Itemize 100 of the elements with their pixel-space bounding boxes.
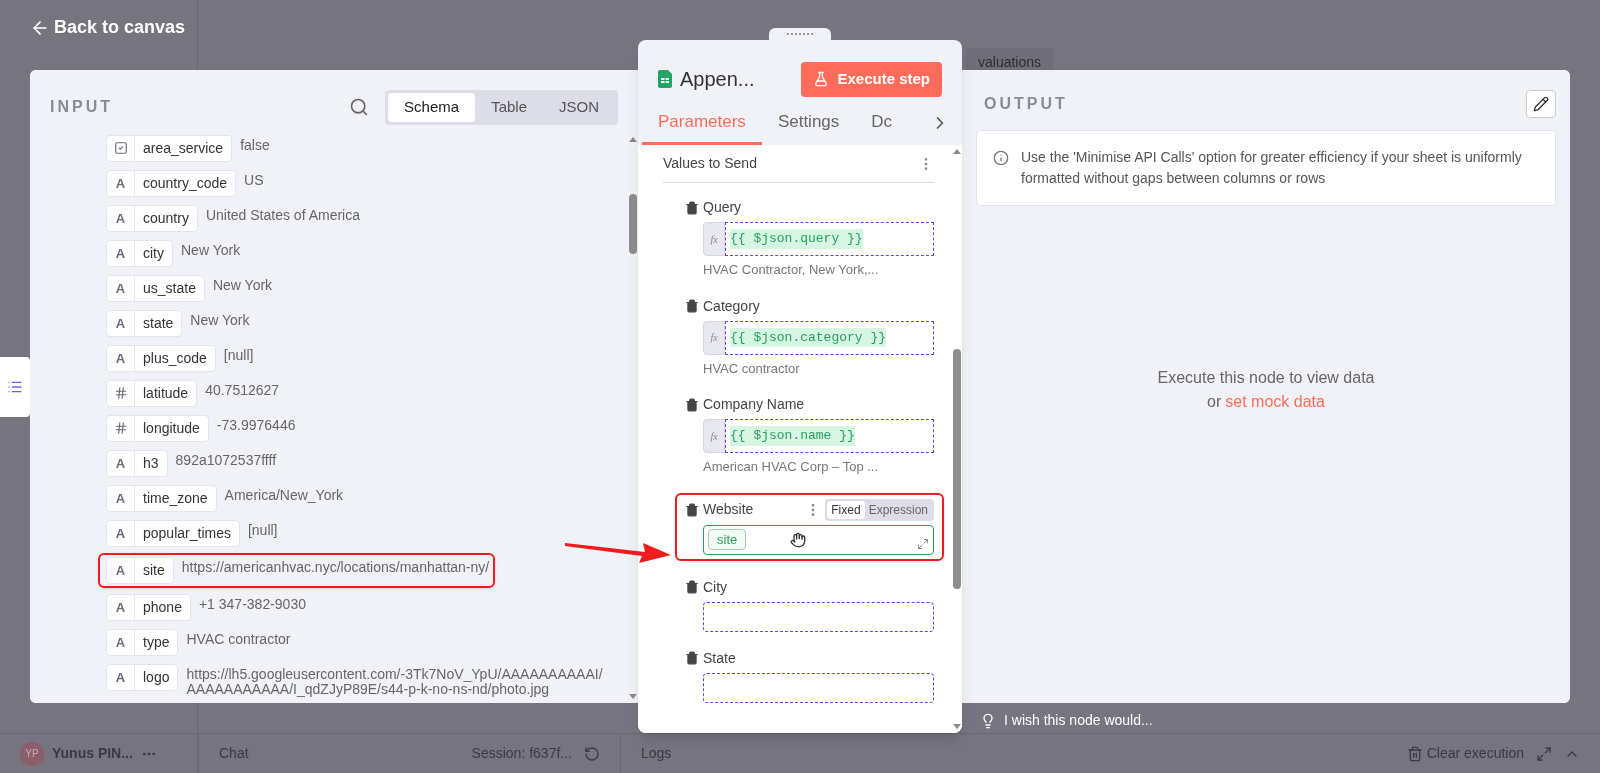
- field-value: New York: [181, 240, 241, 258]
- trash-icon[interactable]: [685, 502, 699, 517]
- view-tab[interactable]: Schema: [388, 93, 476, 122]
- field-key[interactable]: area_service: [106, 134, 233, 162]
- field-name: phone: [142, 597, 183, 617]
- field-value: 892a1072537ffff: [175, 450, 277, 468]
- pencil-icon: [1533, 96, 1549, 112]
- trash-icon[interactable]: [685, 397, 699, 412]
- panel-tab[interactable]: Dc: [855, 108, 909, 145]
- user-name: Yunus PIN...: [52, 744, 133, 763]
- field-key[interactable]: A country: [106, 204, 198, 232]
- field-name: area_service: [142, 138, 225, 158]
- view-tab[interactable]: Table: [475, 93, 543, 122]
- variable-chip: site: [708, 528, 747, 551]
- panel-tab[interactable]: Settings: [761, 108, 856, 145]
- hand-cursor-icon: [790, 531, 807, 548]
- panel-title: OUTPUT: [983, 94, 1068, 114]
- view-tab[interactable]: JSON: [543, 93, 615, 122]
- field-name: logo: [142, 667, 171, 687]
- expression-preview: HVAC contractor: [703, 359, 801, 378]
- trash-icon[interactable]: [685, 200, 699, 215]
- text-type-icon: A: [115, 281, 126, 295]
- field-key[interactable]: A type: [106, 628, 179, 656]
- text-type-icon: A: [115, 351, 126, 365]
- mode-option[interactable]: Fixed: [827, 500, 865, 519]
- text-type-icon: A: [115, 600, 126, 614]
- reset-icon[interactable]: [584, 745, 600, 762]
- feedback-link[interactable]: I wish this node would...: [1004, 710, 1153, 731]
- field-value: US: [244, 170, 264, 188]
- field-key[interactable]: A plus_code: [106, 344, 216, 372]
- field-name: city: [142, 243, 165, 263]
- field-value: https://americanhvac.nyc/locations/manhattan-ny/: [181, 557, 490, 575]
- or-text: or: [1207, 391, 1222, 412]
- fx-label: fx: [703, 222, 725, 256]
- field-key[interactable]: A phone: [106, 593, 191, 621]
- field-name: state: [142, 313, 175, 333]
- chat-label: Chat: [219, 744, 249, 763]
- lightbulb-icon: [980, 712, 996, 729]
- edit-button[interactable]: [1526, 90, 1556, 118]
- field-key[interactable]: A popular_times: [106, 519, 240, 547]
- list-icon: [7, 379, 23, 395]
- field-value: [null]: [223, 345, 254, 363]
- trash-icon[interactable]: [685, 299, 699, 313]
- back-to-canvas-button[interactable]: Back to canvas: [30, 14, 186, 41]
- search-icon[interactable]: [349, 97, 370, 118]
- field-key[interactable]: A logo: [106, 663, 179, 691]
- field-key[interactable]: A state: [106, 309, 183, 337]
- field-name: us_state: [142, 278, 197, 298]
- parameter-label: Category: [703, 296, 760, 316]
- parameter-label: City: [703, 577, 728, 597]
- trash-icon[interactable]: [685, 580, 699, 594]
- expand-icon[interactable]: [1536, 745, 1552, 762]
- drag-handle[interactable]: [769, 28, 831, 42]
- input-field[interactable]: [703, 601, 934, 632]
- text-type-icon: A: [115, 211, 126, 225]
- field-name: longitude: [142, 418, 201, 438]
- text-type-icon: A: [115, 491, 126, 505]
- text-type-icon: A: [115, 456, 126, 470]
- input-field[interactable]: [703, 672, 934, 703]
- parameter-label: Query: [703, 198, 742, 217]
- field-name: type: [142, 632, 171, 652]
- parameter-label: Website: [703, 500, 754, 519]
- hash-icon: [113, 386, 128, 400]
- parameter-label: Company Name: [703, 395, 805, 414]
- field-value: [null]: [247, 520, 278, 538]
- field-key[interactable]: latitude: [106, 379, 198, 407]
- field-key[interactable]: A site: [106, 556, 174, 584]
- mode-option[interactable]: Expression: [864, 500, 932, 519]
- section-title: Values to Send: [663, 154, 757, 173]
- spreadsheet-icon: [658, 70, 672, 89]
- checkbox-icon: [113, 141, 128, 155]
- expression-preview: HVAC Contractor, New York,...: [703, 261, 880, 279]
- expression-text: {{ $json.category }}: [730, 327, 887, 348]
- field-key[interactable]: A country_code: [106, 169, 237, 197]
- trash-icon[interactable]: [685, 651, 699, 665]
- text-type-icon: A: [115, 635, 126, 649]
- field-key[interactable]: longitude: [106, 414, 209, 442]
- field-key[interactable]: A h3: [106, 449, 168, 477]
- field-name: country: [142, 208, 190, 228]
- logs-label: Logs: [641, 744, 672, 763]
- text-type-icon: A: [115, 176, 126, 190]
- text-type-icon: A: [115, 670, 126, 684]
- field-value: United States of America: [205, 205, 360, 223]
- info-icon: [993, 150, 1009, 166]
- field-value: HVAC contractor: [186, 629, 291, 647]
- side-panel-button[interactable]: [0, 357, 30, 417]
- field-value: false: [240, 135, 270, 153]
- node-title: Appen...: [680, 67, 755, 93]
- field-name: site: [142, 560, 166, 580]
- field-value: 40.7512627: [205, 380, 280, 398]
- field-value: https://lh5.googleusercontent.com/-3Tk7NoV_YpU/AAAAAAAAAAI/AAAAAAAAAAA/I_qdZJyP89E/s44-p-k-no-ns-nd/photo.jpg: [186, 664, 604, 697]
- field-value: -73.9976446: [216, 415, 296, 433]
- expand-icon[interactable]: [917, 537, 929, 550]
- grip-icon: [787, 33, 813, 37]
- field-key[interactable]: A city: [106, 239, 173, 267]
- field-value: New York: [190, 310, 250, 328]
- field-key[interactable]: A us_state: [106, 274, 205, 302]
- avatar: YP: [20, 741, 44, 766]
- flask-icon: [813, 71, 830, 88]
- field-key[interactable]: A time_zone: [106, 484, 217, 512]
